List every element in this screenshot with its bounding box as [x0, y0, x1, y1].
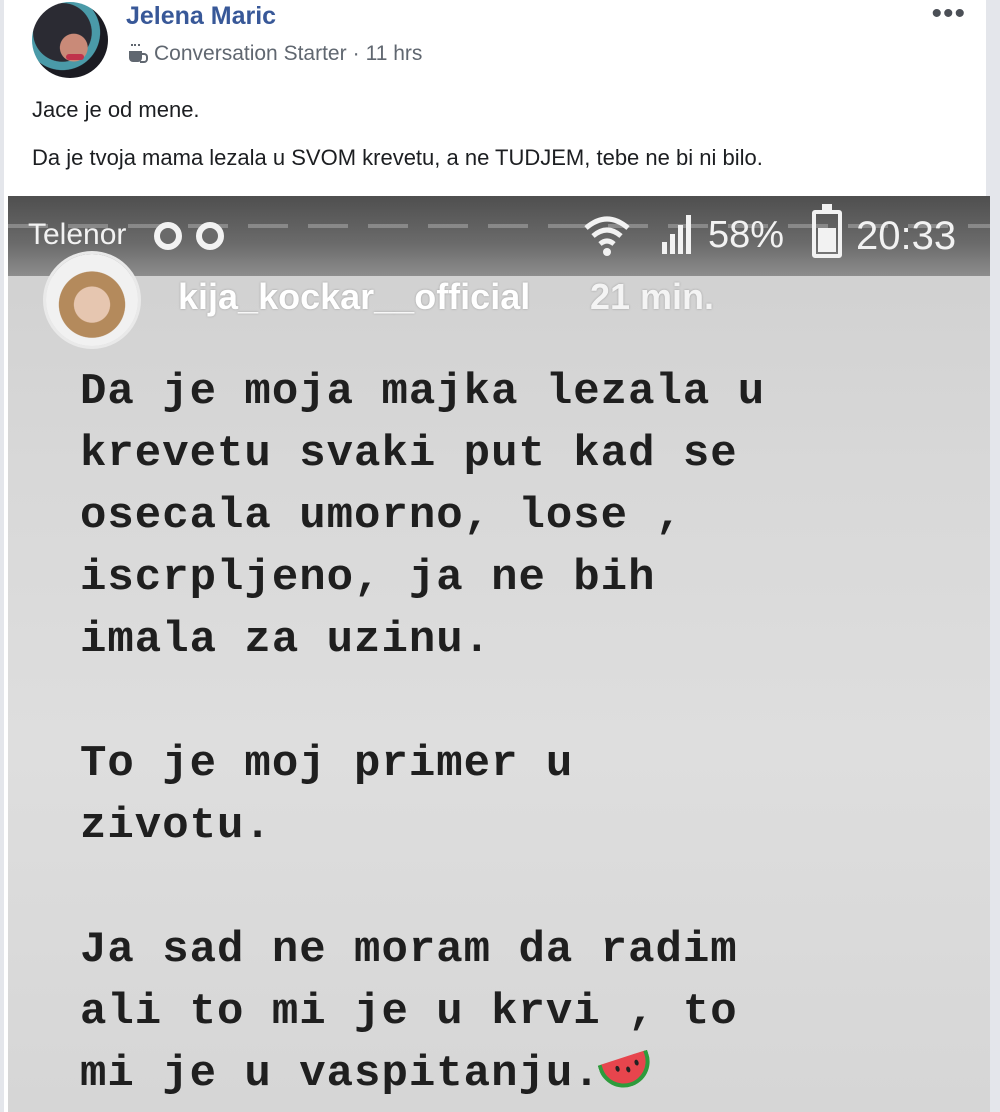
story-line-text: mi je u vaspitanju. [80, 1049, 601, 1099]
signal-strength-icon [662, 215, 691, 254]
story-text: Da je moja majka lezala u krevetu svaki … [80, 361, 960, 1112]
wifi-icon [584, 216, 630, 256]
story-line: To je moj primer u [80, 739, 574, 789]
status-clock: 20:33 [856, 214, 957, 258]
battery-icon [812, 204, 842, 258]
story-line: zivotu. [80, 801, 272, 851]
story-line: Ja sad ne moram da radim [80, 925, 738, 975]
notification-icon [196, 222, 224, 250]
post-meta: Conversation Starter · 11 hrs [126, 42, 422, 66]
post-header: Jelena Maric Conversation Starter · 11 h… [28, 0, 978, 80]
notification-icon [154, 222, 182, 250]
post-text: Jace je od mene. Da je tvoja mama lezala… [32, 96, 972, 192]
story-paragraph: To je moj primer u zivotu. [80, 733, 960, 857]
story-screenshot-image: Telenor 58% 20:33 kija_kockar__official … [8, 196, 990, 1112]
author-name[interactable]: Jelena Maric [126, 2, 276, 31]
coffee-cup-icon [126, 43, 148, 65]
story-timestamp: 21 min. [590, 276, 715, 317]
battery-percentage: 58% [708, 214, 785, 256]
story-username: kija_kockar__official [178, 276, 531, 317]
story-line: iscrpljeno, ja ne bih [80, 553, 656, 603]
post-paragraph: Jace je od mene. [32, 97, 200, 122]
conversation-starter-badge[interactable]: Conversation Starter [154, 42, 347, 66]
story-line: imala za uzinu. [80, 615, 492, 665]
story-paragraph: Ja sad ne moram da radim ali to mi je u … [80, 919, 960, 1105]
story-line: krevetu svaki put kad se [80, 429, 738, 479]
phone-status-bar: Telenor 58% 20:33 [8, 196, 990, 276]
facebook-post: Jelena Maric Conversation Starter · 11 h… [0, 0, 1000, 1112]
story-avatar [46, 254, 138, 346]
story-line-last: mi je u vaspitanju. [80, 1043, 960, 1105]
carrier-name: Telenor [28, 218, 127, 251]
story-line: Da je moja majka lezala u [80, 367, 766, 417]
watermelon-icon [597, 1049, 657, 1095]
story-paragraph: Da je moja majka lezala u krevetu svaki … [80, 361, 960, 671]
post-paragraph: Da je tvoja mama lezala u SVOM krevetu, … [32, 145, 763, 170]
meta-separator: · [352, 42, 360, 65]
author-avatar[interactable] [32, 2, 108, 78]
story-line: ali to mi je u krvi , to [80, 987, 738, 1037]
post-timestamp[interactable]: 11 hrs [366, 42, 423, 66]
story-line: osecala umorno, lose , [80, 491, 683, 541]
more-options-icon[interactable]: ••• [931, 0, 966, 29]
notification-icons [154, 222, 224, 250]
